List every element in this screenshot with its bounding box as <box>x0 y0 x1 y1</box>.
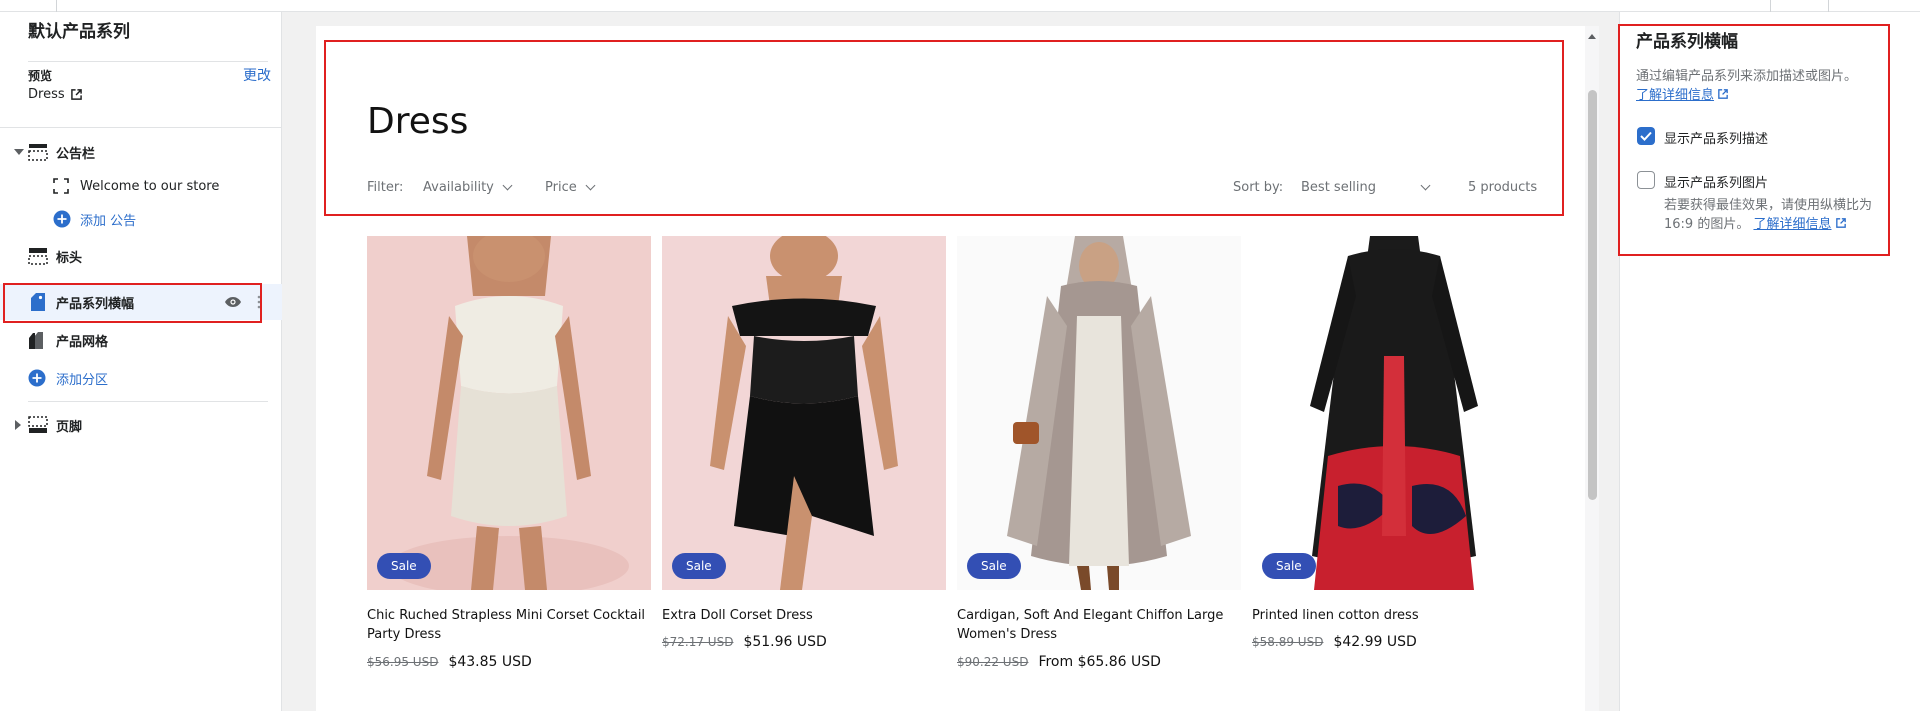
product-name[interactable]: Chic Ruched Strapless Mini Corset Cockta… <box>367 606 651 644</box>
chevron-down-icon <box>1420 180 1431 191</box>
filter-label: Filter: <box>367 180 404 195</box>
scrollbar-thumb[interactable] <box>1588 90 1597 500</box>
section-collection-banner[interactable]: 产品系列横幅 <box>0 284 282 320</box>
preview-scrollbar[interactable] <box>1585 26 1599 711</box>
section-label: 标头 <box>56 250 83 266</box>
visibility-eye-icon[interactable] <box>224 293 242 311</box>
collection-tag-icon <box>28 292 48 312</box>
sale-badge: Sale <box>377 553 431 579</box>
preview-label: 预览 <box>28 69 53 83</box>
expand-caret-icon[interactable] <box>15 420 21 430</box>
scroll-up-arrow-icon[interactable] <box>1588 34 1596 39</box>
sale-price: $51.96 USD <box>743 634 827 650</box>
product-price: $56.95 USD $43.85 USD <box>367 654 532 670</box>
divider <box>28 401 268 402</box>
compare-at-price: $72.17 USD <box>662 635 734 649</box>
announcement-bar-icon <box>28 142 48 162</box>
show-description-label[interactable]: 显示产品系列描述 <box>1664 128 1768 147</box>
product-name[interactable]: Printed linen cotton dress <box>1252 606 1536 625</box>
sort-label: Sort by: <box>1233 180 1284 195</box>
product-count: 5 products <box>1468 180 1538 195</box>
product-image[interactable] <box>957 236 1241 590</box>
product-name[interactable]: Cardigan, Soft And Elegant Chiffon Large… <box>957 606 1241 644</box>
product-price: $72.17 USD $51.96 USD <box>662 634 827 650</box>
checkmark-icon <box>1640 131 1652 141</box>
filter-price[interactable]: Price <box>545 180 596 195</box>
add-announcement-button[interactable]: 添加 公告 <box>0 201 282 237</box>
section-header[interactable]: 标头 <box>0 238 282 274</box>
change-preview-link[interactable]: 更改 <box>243 65 271 85</box>
plus-circle-icon <box>28 369 46 387</box>
header-icon <box>28 246 48 266</box>
toolbar-divider <box>56 0 57 12</box>
learn-more-link[interactable]: 了解详细信息 <box>1753 217 1831 232</box>
settings-description: 通过编辑产品系列来添加描述或图片。 了解详细信息 <box>1636 69 1858 103</box>
sale-badge: Sale <box>1262 553 1316 579</box>
compare-at-price: $56.95 USD <box>367 655 439 669</box>
product-name[interactable]: Extra Doll Corset Dress <box>662 606 946 625</box>
external-link-icon <box>70 89 82 100</box>
sort-select[interactable]: Best selling <box>1301 180 1433 195</box>
product-image[interactable] <box>662 236 946 590</box>
top-toolbar-strip <box>0 0 1920 12</box>
chevron-down-icon <box>585 180 596 191</box>
toolbar-divider <box>1770 0 1771 12</box>
plus-circle-icon <box>53 210 71 228</box>
filter-availability[interactable]: Availability <box>423 180 513 195</box>
section-product-grid[interactable]: 产品网格 <box>0 322 282 358</box>
toolbar-divider <box>1828 0 1829 12</box>
product-grid-icon <box>28 330 48 350</box>
block-welcome[interactable]: Welcome to our store <box>0 168 282 204</box>
sale-price: $43.85 USD <box>448 654 532 670</box>
section-footer[interactable]: 页脚 <box>0 407 282 443</box>
section-label: 页脚 <box>56 419 83 435</box>
sale-price: From $65.86 USD <box>1038 654 1161 670</box>
learn-more-link[interactable]: 了解详细信息 <box>1636 88 1714 103</box>
product-image[interactable] <box>1252 236 1536 590</box>
block-icon <box>53 178 69 194</box>
product-price: $90.22 USD From $65.86 USD <box>957 654 1161 670</box>
image-help-text: 若要获得最佳效果，请使用纵横比为 16:9 的图片。 了解详细信息 <box>1664 198 1873 232</box>
section-announcement[interactable]: 公告栏 <box>0 134 282 170</box>
show-description-checkbox[interactable] <box>1637 127 1655 145</box>
compare-at-price: $58.89 USD <box>1252 635 1324 649</box>
section-label: 产品系列横幅 <box>56 296 135 312</box>
collection-title: Dress <box>367 101 469 142</box>
product-price: $58.89 USD $42.99 USD <box>1252 634 1417 650</box>
preview-value: Dress <box>28 87 65 102</box>
external-link-icon <box>1835 218 1846 228</box>
template-title: 默认产品系列 <box>28 22 130 42</box>
show-image-checkbox[interactable] <box>1637 171 1655 189</box>
show-image-label[interactable]: 显示产品系列图片 <box>1664 172 1768 191</box>
add-section-button[interactable]: 添加分区 <box>0 360 282 396</box>
section-label: 产品网格 <box>56 334 109 350</box>
section-label: 公告栏 <box>56 146 96 162</box>
expand-caret-icon[interactable] <box>14 149 24 155</box>
compare-at-price: $90.22 USD <box>957 655 1029 669</box>
drag-handle-icon[interactable] <box>256 294 262 310</box>
product-image[interactable] <box>367 236 651 590</box>
sale-badge: Sale <box>967 553 1021 579</box>
add-announcement-label: 添加 公告 <box>80 213 137 229</box>
section-settings-panel <box>1619 12 1920 711</box>
preview-value-link[interactable]: Dress <box>28 87 82 102</box>
divider <box>28 61 268 62</box>
external-link-icon <box>1718 89 1728 99</box>
chevron-down-icon <box>502 180 513 191</box>
settings-title: 产品系列横幅 <box>1636 32 1738 52</box>
footer-icon <box>28 415 48 435</box>
divider <box>0 127 282 128</box>
sale-badge: Sale <box>672 553 726 579</box>
block-label: Welcome to our store <box>80 178 220 194</box>
add-section-label: 添加分区 <box>56 372 109 388</box>
sale-price: $42.99 USD <box>1333 634 1417 650</box>
